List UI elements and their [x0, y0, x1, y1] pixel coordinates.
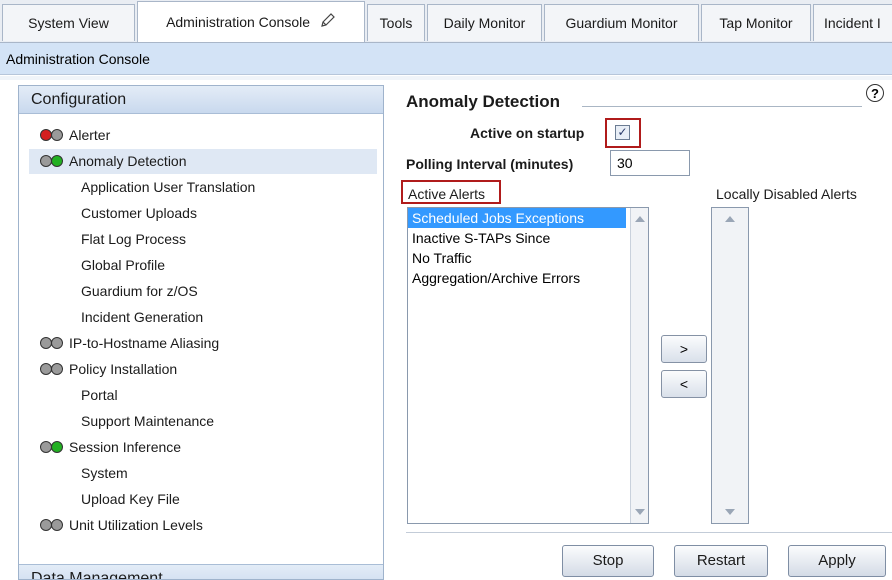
locally-disabled-alerts-label: Locally Disabled Alerts: [716, 186, 857, 202]
page-title: Administration Console: [6, 51, 150, 67]
polling-interval-label: Polling Interval (minutes): [406, 156, 574, 172]
pencil-icon[interactable]: [320, 3, 336, 43]
tab-bar: System View Administration Console Tools…: [0, 0, 892, 43]
sidebar-item-portal[interactable]: Portal: [29, 383, 377, 408]
highlight-box: [605, 118, 641, 148]
list-item[interactable]: Aggregation/Archive Errors: [408, 268, 648, 288]
tab-system-view[interactable]: System View: [2, 4, 135, 41]
tab-guardium-monitor[interactable]: Guardium Monitor: [544, 4, 699, 41]
tab-label: Administration Console: [166, 14, 311, 30]
status-indicator: [40, 363, 72, 377]
status-dot-gray: [51, 519, 63, 531]
locally-disabled-alerts-list[interactable]: [711, 207, 749, 524]
sidebar-item-label: Anomaly Detection: [69, 153, 187, 169]
scroll-down-icon[interactable]: [635, 509, 645, 515]
sidebar-item-label: Portal: [81, 387, 118, 403]
polling-interval-input[interactable]: [610, 150, 690, 176]
active-alerts-list[interactable]: Scheduled Jobs Exceptions Inactive S-TAP…: [407, 207, 649, 524]
sidebar-item-label: Session Inference: [69, 439, 182, 455]
scroll-up-icon[interactable]: [725, 216, 735, 222]
sidebar-item-label: Support Maintenance: [81, 413, 215, 429]
sidebar-item-customer-uploads[interactable]: Customer Uploads: [29, 201, 377, 226]
sidebar-item-label: Alerter: [69, 127, 111, 143]
sidebar-item-upload-key-file[interactable]: Upload Key File: [29, 487, 377, 512]
section-title: Anomaly Detection: [406, 92, 560, 111]
sidebar-item-ip-to-hostname-aliasing[interactable]: IP-to-Hostname Aliasing: [29, 331, 377, 356]
sidebar-item-label: Application User Translation: [81, 179, 256, 195]
apply-button[interactable]: Apply: [788, 545, 886, 577]
status-indicator: [40, 129, 72, 143]
sidebar-item-policy-installation[interactable]: Policy Installation: [29, 357, 377, 382]
divider: [406, 532, 892, 533]
help-icon[interactable]: ?: [866, 84, 884, 102]
sidebar-item-label: System: [81, 465, 128, 481]
scrollbar[interactable]: [712, 208, 748, 523]
sidebar-item-label: Global Profile: [81, 257, 166, 273]
status-dot-gray: [51, 363, 63, 375]
sidebar-item-incident-generation[interactable]: Incident Generation: [29, 305, 377, 330]
tab-label: Incident I: [824, 15, 881, 31]
tab-incident[interactable]: Incident I: [813, 4, 892, 41]
tab-label: Tools: [379, 15, 413, 31]
sidebar-item-application-user-translation[interactable]: Application User Translation: [29, 175, 377, 200]
breadcrumb: Administration Console: [0, 43, 892, 75]
tab-label: Guardium Monitor: [565, 15, 678, 31]
sidebar-item-guardium-for-zos[interactable]: Guardium for z/OS: [29, 279, 377, 304]
scroll-up-icon[interactable]: [635, 216, 645, 222]
active-on-startup-label: Active on startup: [470, 125, 585, 141]
tab-daily-monitor[interactable]: Daily Monitor: [427, 4, 542, 41]
status-dot-gray: [51, 129, 63, 141]
tab-label: Tap Monitor: [719, 15, 793, 31]
sidebar-item-label: Incident Generation: [81, 309, 204, 325]
sidebar-item-anomaly-detection[interactable]: Anomaly Detection: [29, 149, 377, 174]
status-dot-gray: [51, 337, 63, 349]
tab-administration-console[interactable]: Administration Console: [137, 1, 365, 42]
sidebar-item-label: Policy Installation: [69, 361, 178, 377]
sidebar-item-unit-utilization-levels[interactable]: Unit Utilization Levels: [29, 513, 377, 538]
status-indicator: [40, 519, 72, 533]
move-left-button[interactable]: <: [661, 370, 707, 398]
title-divider: [582, 106, 862, 107]
move-right-button[interactable]: >: [661, 335, 707, 363]
sidebar-item-system[interactable]: System: [29, 461, 377, 486]
panel-header-data-management[interactable]: Data Management: [19, 564, 383, 579]
sidebar-item-label: IP-to-Hostname Aliasing: [69, 335, 220, 351]
highlight-box: [401, 180, 501, 204]
status-dot-green: [51, 155, 63, 167]
list-item[interactable]: Inactive S-TAPs Since: [408, 228, 648, 248]
panel-header[interactable]: Configuration: [19, 86, 383, 114]
scroll-down-icon[interactable]: [725, 509, 735, 515]
tab-label: System View: [28, 15, 109, 31]
list-item[interactable]: Scheduled Jobs Exceptions: [408, 208, 626, 228]
sidebar-item-alerter[interactable]: Alerter: [29, 123, 377, 148]
sidebar-item-label: Unit Utilization Levels: [69, 517, 203, 533]
sidebar-item-label: Upload Key File: [81, 491, 180, 507]
scrollbar[interactable]: [630, 208, 648, 523]
restart-button[interactable]: Restart: [674, 545, 768, 577]
stop-button[interactable]: Stop: [562, 545, 654, 577]
list-item[interactable]: No Traffic: [408, 248, 648, 268]
status-indicator: [40, 441, 72, 455]
divider: [0, 76, 892, 80]
sidebar-item-label: Flat Log Process: [81, 231, 187, 247]
tab-label: Daily Monitor: [443, 15, 526, 31]
sidebar-item-global-profile[interactable]: Global Profile: [29, 253, 377, 278]
sidebar-item-label: Customer Uploads: [81, 205, 197, 221]
sidebar-item-session-inference[interactable]: Session Inference: [29, 435, 377, 460]
status-indicator: [40, 337, 72, 351]
sidebar-item-label: Guardium for z/OS: [81, 283, 198, 299]
sidebar-item-flat-log-process[interactable]: Flat Log Process: [29, 227, 377, 252]
status-dot-green: [51, 441, 63, 453]
sidebar-item-support-maintenance[interactable]: Support Maintenance: [29, 409, 377, 434]
configuration-panel: Configuration Alerter Anomaly Detection …: [18, 85, 384, 580]
tab-tap-monitor[interactable]: Tap Monitor: [701, 4, 811, 41]
tab-tools[interactable]: Tools: [367, 4, 425, 41]
status-indicator: [40, 155, 72, 169]
